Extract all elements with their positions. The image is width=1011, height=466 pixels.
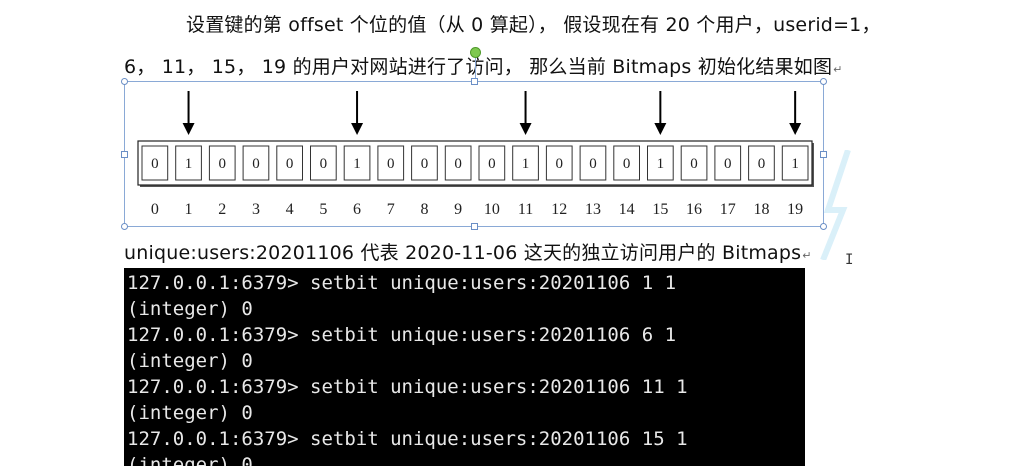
bit-index-label: 18 bbox=[753, 201, 769, 218]
bit-value: 0 bbox=[454, 156, 462, 172]
bit-index-label: 13 bbox=[585, 201, 601, 218]
terminal-line: 127.0.0.1:6379> setbit unique:users:2020… bbox=[127, 428, 688, 450]
bit-index-label: 17 bbox=[720, 201, 736, 218]
terminal-line: (integer) 0 bbox=[127, 454, 253, 466]
bit-value: 0 bbox=[219, 156, 227, 172]
bit-index-label: 3 bbox=[252, 201, 260, 218]
paragraph-mark-icon: ↵ bbox=[833, 63, 843, 76]
bit-index-label: 7 bbox=[387, 201, 395, 218]
terminal-line: (integer) 0 bbox=[127, 298, 253, 320]
pointer-arrow-head bbox=[351, 123, 364, 135]
bit-value: 0 bbox=[623, 156, 631, 172]
pointer-arrow-head bbox=[789, 123, 802, 135]
bit-index-label: 16 bbox=[686, 201, 702, 218]
bit-index-label: 4 bbox=[286, 201, 294, 218]
terminal-line: 127.0.0.1:6379> setbit unique:users:2020… bbox=[127, 324, 677, 346]
pointer-arrow-head bbox=[654, 123, 667, 135]
bit-value: 0 bbox=[151, 156, 159, 172]
bit-index-label: 19 bbox=[787, 201, 803, 218]
watermark-graphic bbox=[820, 150, 851, 260]
bit-index-label: 12 bbox=[551, 201, 567, 218]
bit-value: 0 bbox=[387, 156, 395, 172]
terminal-line: (integer) 0 bbox=[127, 402, 253, 424]
bit-value: 0 bbox=[589, 156, 597, 172]
bit-value: 1 bbox=[522, 156, 530, 172]
bit-value: 1 bbox=[353, 156, 361, 172]
bit-value: 0 bbox=[488, 156, 496, 172]
caption-line: unique:users:20201106 代表 2020-11-06 这天的独… bbox=[124, 238, 812, 265]
bit-index-label: 0 bbox=[151, 201, 159, 218]
bit-value: 0 bbox=[421, 156, 429, 172]
bit-value: 0 bbox=[758, 156, 766, 172]
paragraph-line-2-text: 6， 11， 15， 19 的用户对网站进行了访问， 那么当前 Bitmaps … bbox=[124, 56, 833, 78]
bit-index-label: 14 bbox=[619, 201, 635, 218]
bit-value: 1 bbox=[791, 156, 799, 172]
bit-index-label: 9 bbox=[454, 201, 462, 218]
bit-index-label: 5 bbox=[319, 201, 327, 218]
bit-value: 0 bbox=[252, 156, 260, 172]
pointer-arrow-head bbox=[182, 123, 195, 135]
bit-value: 0 bbox=[690, 156, 698, 172]
pointer-arrow-head bbox=[519, 123, 532, 135]
terminal-line: (integer) 0 bbox=[127, 350, 253, 372]
paragraph-mark-icon: ↵ bbox=[802, 249, 812, 262]
bit-index-label: 2 bbox=[218, 201, 226, 218]
bit-index-label: 8 bbox=[420, 201, 428, 218]
bit-index-label: 6 bbox=[353, 201, 361, 218]
paragraph-line-1: 设置键的第 offset 个位的值（从 0 算起）， 假设现在有 20 个用户，… bbox=[186, 10, 881, 37]
bit-index-label: 1 bbox=[185, 201, 193, 218]
bitmap-strip bbox=[137, 140, 813, 186]
text-cursor-icon: I bbox=[845, 252, 854, 268]
bitmap-diagram: 0011020304051607080901011101201301411501… bbox=[137, 91, 814, 218]
bit-value: 1 bbox=[185, 156, 193, 172]
terminal-output: 127.0.0.1:6379> setbit unique:users:2020… bbox=[124, 268, 805, 466]
bit-index-label: 11 bbox=[518, 201, 533, 218]
bit-value: 0 bbox=[556, 156, 564, 172]
bit-index-label: 10 bbox=[484, 201, 500, 218]
bit-value: 0 bbox=[724, 156, 732, 172]
rotate-handle[interactable] bbox=[470, 47, 481, 58]
bit-value: 1 bbox=[657, 156, 665, 172]
caption-text: unique:users:20201106 代表 2020-11-06 这天的独… bbox=[124, 242, 802, 264]
bit-value: 0 bbox=[286, 156, 294, 172]
paragraph-line-1-text: 设置键的第 offset 个位的值（从 0 算起）， 假设现在有 20 个用户，… bbox=[186, 14, 881, 36]
paragraph-line-2: 6， 11， 15， 19 的用户对网站进行了访问， 那么当前 Bitmaps … bbox=[124, 52, 843, 79]
terminal-line: 127.0.0.1:6379> setbit unique:users:2020… bbox=[127, 272, 677, 294]
bit-index-label: 15 bbox=[652, 201, 668, 218]
bit-value: 0 bbox=[320, 156, 328, 172]
terminal-line: 127.0.0.1:6379> setbit unique:users:2020… bbox=[127, 376, 688, 398]
